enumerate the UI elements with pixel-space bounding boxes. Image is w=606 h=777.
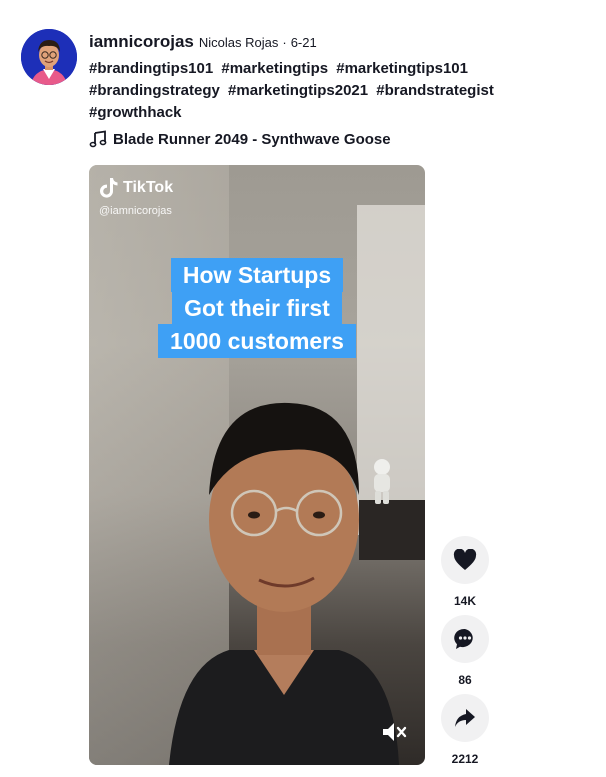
like-button[interactable]	[441, 536, 489, 584]
share-count: 2212	[451, 752, 479, 766]
hashtag[interactable]: #growthhack	[89, 104, 182, 121]
comment-action: 86	[441, 615, 489, 687]
username[interactable]: iamnicorojas	[89, 32, 194, 52]
tiktok-watermark-logo: TikTok	[99, 177, 173, 199]
comment-count: 86	[458, 673, 472, 687]
hashtag-list: #brandingtips101 #marketingtips #marketi…	[89, 58, 509, 124]
share-button[interactable]	[441, 694, 489, 742]
share-arrow-icon	[455, 709, 475, 727]
music-link[interactable]: Blade Runner 2049 - Synthwave Goose	[89, 130, 391, 148]
tiktok-watermark-user: @iamnicorojas	[99, 205, 172, 217]
post-date: 6-21	[290, 35, 317, 50]
comment-icon	[454, 628, 473, 649]
avatar[interactable]	[21, 29, 77, 85]
author-line: iamnicorojas Nicolas Rojas · 6-21	[89, 32, 317, 52]
comment-button[interactable]	[441, 615, 489, 663]
music-title: Blade Runner 2049 - Synthwave Goose	[113, 130, 391, 148]
hashtag[interactable]: #brandingstrategy	[89, 82, 220, 99]
caption-line: How Startups	[170, 258, 344, 292]
tiktok-logo-icon	[100, 178, 118, 198]
like-action: 14K	[441, 536, 489, 608]
mute-icon[interactable]	[381, 721, 407, 743]
hashtag[interactable]: #brandstrategist	[376, 82, 494, 99]
music-note-icon	[89, 130, 107, 148]
tiktok-watermark-brand: TikTok	[123, 179, 174, 196]
video-player[interactable]: TikTok @iamnicorojas How Startups Got th…	[89, 165, 425, 765]
hashtag[interactable]: #marketingtips2021	[228, 82, 368, 99]
nickname: Nicolas Rojas	[198, 35, 279, 50]
avatar-illustration	[21, 29, 77, 85]
hashtag[interactable]: #brandingtips101	[89, 60, 213, 77]
video-person	[169, 402, 399, 765]
separator: ·	[282, 35, 287, 50]
like-count: 14K	[453, 594, 476, 608]
hashtag[interactable]: #marketingtips	[221, 60, 328, 77]
share-action: 2212	[441, 694, 489, 766]
caption-line: Got their first	[172, 291, 342, 325]
heart-icon	[453, 549, 477, 570]
hashtag[interactable]: #marketingtips101	[336, 60, 468, 77]
tiktok-watermark: TikTok @iamnicorojas	[99, 177, 173, 217]
video-caption: How Startups Got their first 1000 custom…	[89, 258, 425, 358]
caption-line: 1000 customers	[158, 324, 356, 358]
